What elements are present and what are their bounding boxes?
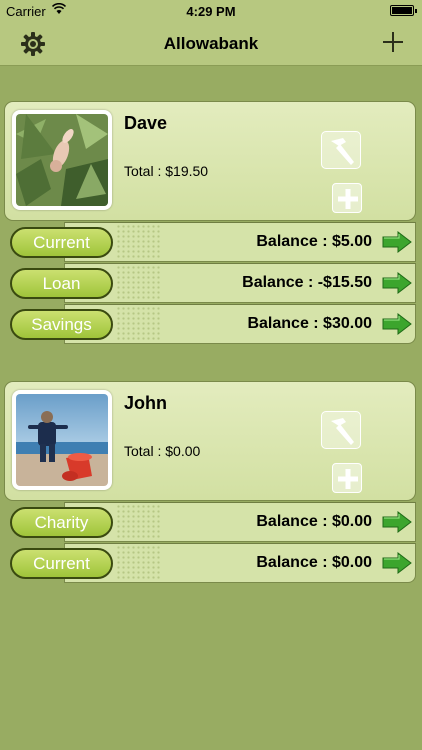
dots-pattern — [116, 265, 162, 299]
plus-icon — [338, 469, 358, 489]
hammer-icon — [331, 138, 354, 165]
battery-icon — [390, 5, 417, 16]
account-type-button[interactable]: Loan — [10, 268, 113, 299]
arrow-right-icon[interactable] — [382, 511, 412, 533]
navigation-bar: Allowabank — [0, 22, 422, 66]
account-row[interactable]: Charity Balance : $0.00 — [4, 502, 416, 542]
avatar[interactable] — [12, 390, 112, 490]
arrow-right-icon[interactable] — [382, 272, 412, 294]
account-type-button[interactable]: Savings — [10, 309, 113, 340]
account-type-button[interactable]: Charity — [10, 507, 113, 538]
child-name: John — [124, 393, 167, 413]
avatar[interactable] — [12, 110, 112, 210]
hammer-icon — [331, 418, 354, 445]
child-card: Dave Total : $19.50 Current Balance : $5… — [4, 101, 416, 345]
account-row[interactable]: Current Balance : $5.00 — [4, 222, 416, 262]
avatar-image — [16, 394, 108, 486]
child-total: Total : $19.50 — [124, 163, 209, 179]
dots-pattern — [116, 306, 162, 340]
account-balance: Balance : $0.00 — [256, 513, 372, 530]
page-title: Allowabank — [163, 34, 259, 53]
add-account-button[interactable] — [332, 183, 362, 213]
plus-icon — [338, 189, 358, 209]
edit-button[interactable] — [321, 411, 361, 449]
add-account-button[interactable] — [332, 463, 362, 493]
account-row[interactable]: Loan Balance : -$15.50 — [4, 263, 416, 303]
status-bar: Carrier 4:29 PM — [0, 0, 422, 22]
child-total: Total : $0.00 — [124, 443, 201, 459]
arrow-right-icon[interactable] — [382, 313, 412, 335]
account-type-button[interactable]: Current — [10, 227, 113, 258]
child-name: Dave — [124, 113, 168, 133]
dots-pattern — [116, 504, 162, 538]
edit-button[interactable] — [321, 131, 361, 169]
dots-pattern — [116, 224, 162, 258]
account-balance: Balance : -$15.50 — [242, 274, 372, 291]
clock: 4:29 PM — [186, 4, 236, 19]
account-type-button[interactable]: Current — [10, 548, 113, 579]
arrow-right-icon[interactable] — [382, 552, 412, 574]
child-profile[interactable]: Dave Total : $19.50 — [4, 101, 416, 221]
account-row[interactable]: Savings Balance : $30.00 — [4, 304, 416, 344]
account-balance: Balance : $5.00 — [256, 233, 372, 250]
child-card: John Total : $0.00 Charity Balance : $0.… — [4, 381, 416, 584]
account-balance: Balance : $30.00 — [247, 315, 372, 332]
account-balance: Balance : $0.00 — [256, 554, 372, 571]
child-profile[interactable]: John Total : $0.00 — [4, 381, 416, 501]
account-row[interactable]: Current Balance : $0.00 — [4, 543, 416, 583]
plus-icon[interactable] — [382, 31, 404, 53]
avatar-image — [16, 114, 108, 206]
dots-pattern — [116, 545, 162, 579]
arrow-right-icon[interactable] — [382, 231, 412, 253]
